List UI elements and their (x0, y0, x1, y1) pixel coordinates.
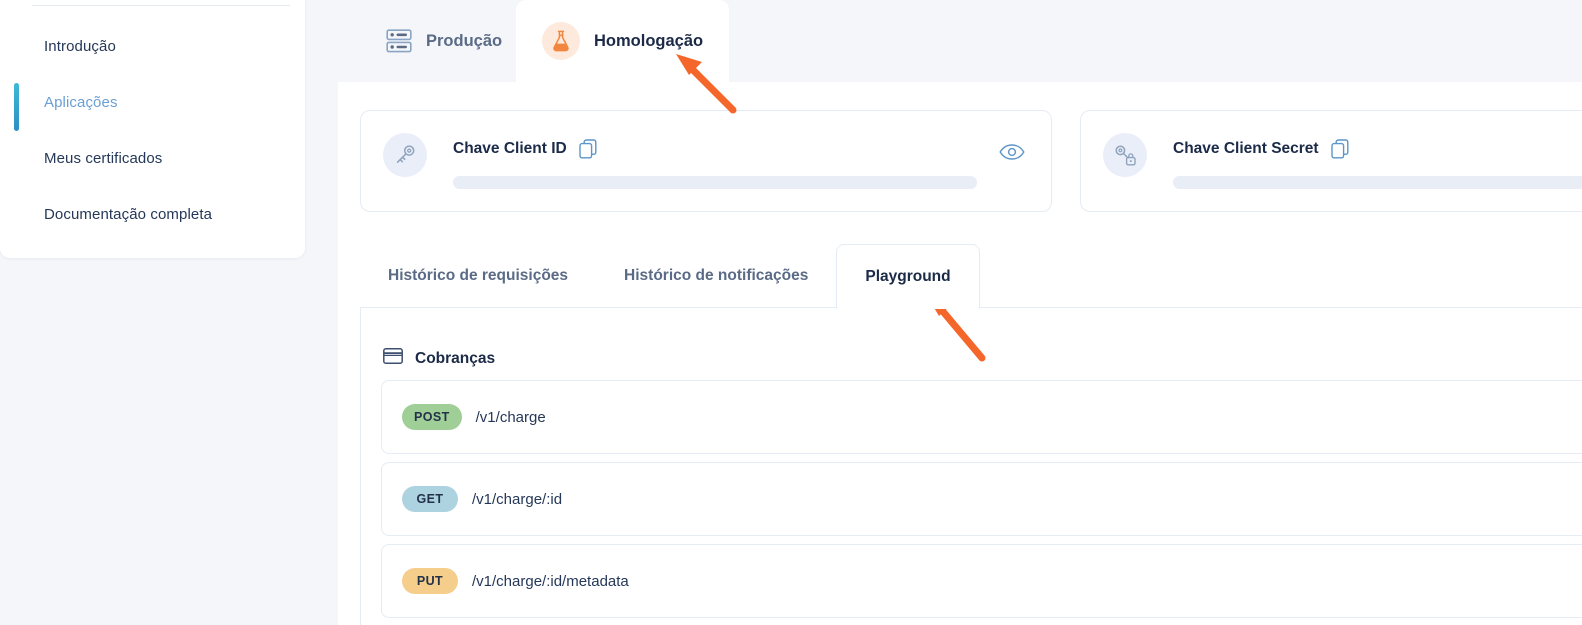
tab-producao[interactable]: Produção (360, 0, 528, 82)
endpoint-row[interactable]: GET /v1/charge/:id (381, 462, 1582, 536)
sidebar: Introdução Aplicações Meus certificados … (0, 0, 305, 258)
sidebar-item-meus-certificados[interactable]: Meus certificados (0, 130, 305, 186)
copy-icon[interactable] (1330, 139, 1349, 159)
endpoint-path: /v1/charge/:id (472, 490, 563, 508)
main-panel: Produção Homologação Chave Client ID Cha… (338, 0, 1582, 625)
tab-label: Produção (426, 31, 503, 50)
server-stack-icon (386, 29, 412, 53)
client-secret-masked-value (1173, 176, 1582, 189)
panel-body: Chave Client ID Chave Client Secret Hist… (338, 82, 1582, 625)
card-chave-client-secret: Chave Client Secret (1080, 110, 1582, 212)
sidebar-item-label: Meus certificados (44, 149, 163, 167)
tab-label: Histórico de notificações (624, 267, 809, 284)
endpoint-path: /v1/charge (475, 408, 546, 426)
environment-tabstrip: Produção Homologação (338, 0, 1582, 82)
key-icon (383, 133, 427, 177)
sidebar-item-label: Documentação completa (44, 205, 213, 223)
playground-panel: Cobranças POST /v1/charge GET /v1/charge… (360, 308, 1582, 625)
section-cobrancas-header: Cobranças (383, 348, 495, 369)
endpoint-row[interactable]: PUT /v1/charge/:id/metadata (381, 544, 1582, 618)
card-chave-client-id: Chave Client ID (360, 110, 1052, 212)
active-indicator-bar (14, 83, 19, 131)
tab-label: Homologação (594, 31, 704, 50)
tab-playground[interactable]: Playground (836, 244, 980, 309)
sidebar-item-aplicacoes[interactable]: Aplicações (0, 74, 305, 131)
sidebar-item-documentacao-completa[interactable]: Documentação completa (0, 186, 305, 242)
card-title: Chave Client ID (453, 140, 567, 157)
endpoint-path: /v1/charge/:id/metadata (472, 572, 629, 590)
tab-historico-de-notificacoes[interactable]: Histórico de notificações (596, 244, 836, 308)
tab-label: Histórico de requisições (388, 267, 569, 284)
sidebar-item-label: Aplicações (44, 93, 118, 111)
card-header: Chave Client ID (453, 139, 597, 159)
endpoint-list: POST /v1/charge GET /v1/charge/:id PUT /… (381, 380, 1582, 625)
eye-icon[interactable] (999, 143, 1025, 166)
method-badge-put: PUT (402, 568, 458, 594)
flask-icon (542, 22, 580, 60)
section-title: Cobranças (415, 349, 496, 367)
copy-icon[interactable] (579, 139, 597, 159)
sidebar-item-label: Introdução (44, 37, 116, 55)
content-tabs: Histórico de requisições Histórico de no… (360, 244, 1582, 309)
sidebar-nav: Introdução Aplicações Meus certificados … (0, 18, 305, 242)
sidebar-divider (32, 5, 290, 6)
key-lock-icon (1103, 133, 1147, 177)
credit-card-icon (383, 348, 403, 369)
credential-cards: Chave Client ID Chave Client Secret (360, 110, 1582, 212)
tab-label: Playground (865, 267, 951, 285)
tab-homologacao[interactable]: Homologação (516, 0, 730, 82)
method-badge-get: GET (402, 486, 458, 512)
app-root: Introdução Aplicações Meus certificados … (0, 0, 1582, 625)
sidebar-item-introducao[interactable]: Introdução (0, 18, 305, 74)
tab-historico-de-requisicoes[interactable]: Histórico de requisições (360, 244, 596, 308)
method-badge-post: POST (402, 404, 462, 430)
card-title: Chave Client Secret (1173, 140, 1319, 157)
card-header: Chave Client Secret (1173, 139, 1349, 159)
client-id-masked-value (453, 176, 977, 189)
endpoint-row[interactable]: POST /v1/charge (381, 380, 1582, 454)
